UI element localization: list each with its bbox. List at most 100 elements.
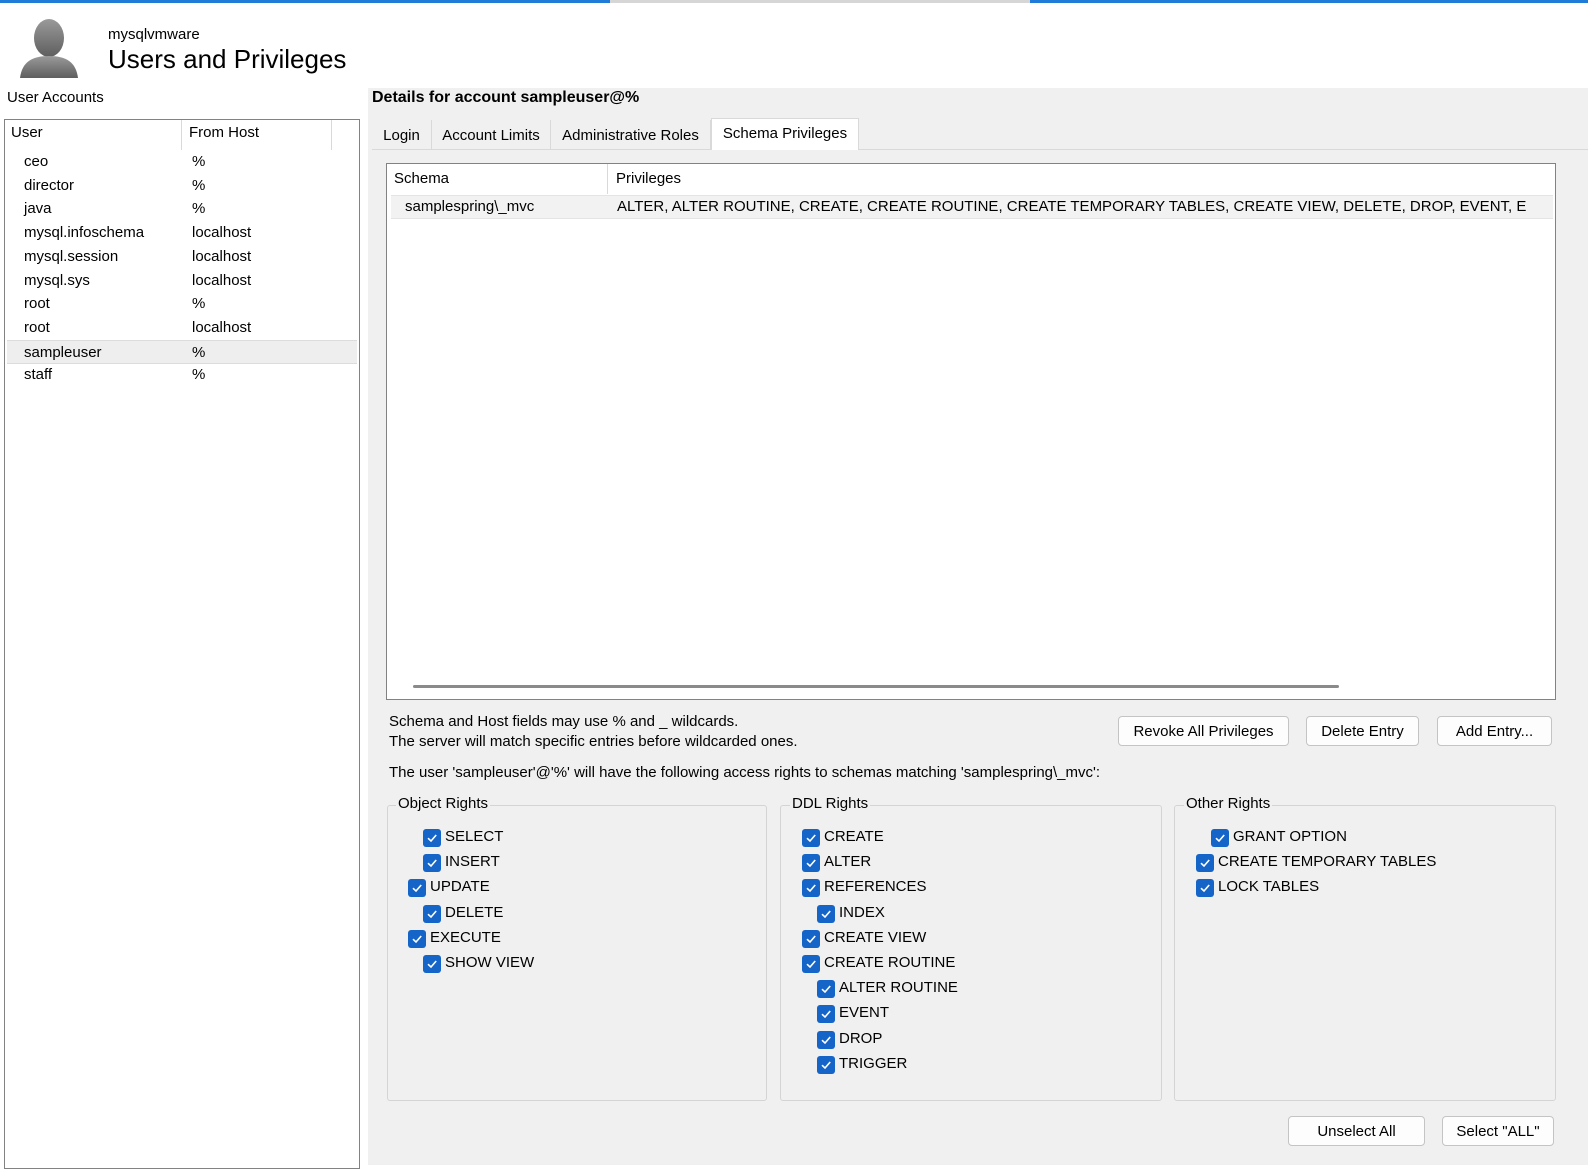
checkbox-label: INDEX <box>839 903 885 921</box>
object-rights-title: Object Rights <box>396 795 491 812</box>
other-rights-title: Other Rights <box>1184 795 1273 812</box>
user-host-cell: % <box>192 200 206 218</box>
checkmark-icon[interactable] <box>423 955 441 973</box>
progress-bar-right <box>1030 0 1588 3</box>
user-host-cell: % <box>192 366 206 384</box>
add-entry-button[interactable]: Add Entry... <box>1437 716 1552 746</box>
user-host-cell: localhost <box>192 318 252 336</box>
delete-entry-button[interactable]: Delete Entry <box>1306 716 1419 746</box>
table-row[interactable]: samplespring\_mvc ALTER, ALTER ROUTINE, … <box>391 195 1553 219</box>
user-host-cell: localhost <box>192 224 252 242</box>
checkmark-icon[interactable] <box>423 904 441 923</box>
object-rights-group <box>387 805 767 1101</box>
checkbox-label: DELETE <box>445 903 504 921</box>
user-host-cell: localhost <box>192 247 252 265</box>
checkmark-icon[interactable] <box>408 879 426 898</box>
checkmark-icon[interactable] <box>802 854 820 873</box>
checkmark-icon[interactable] <box>423 854 441 873</box>
user-list-row[interactable]: java% <box>7 197 357 221</box>
checkbox-label: CREATE <box>824 828 884 845</box>
page-title: Users and Privileges <box>108 44 347 74</box>
checkmark-icon[interactable] <box>802 829 820 847</box>
column-header-from-host[interactable]: From Host <box>189 124 259 148</box>
match-hint: The server will match specific entries b… <box>389 733 798 750</box>
column-divider[interactable] <box>181 120 182 150</box>
unselect-all-button[interactable]: Unselect All <box>1288 1116 1425 1146</box>
user-list-row[interactable]: mysql.infoschema localhost <box>7 221 357 245</box>
column-header-schema[interactable]: Schema <box>394 170 449 187</box>
privileges-cell: ALTER, ALTER ROUTINE, CREATE, CREATE ROU… <box>617 198 1527 215</box>
checkmark-icon[interactable] <box>408 929 426 948</box>
details-title: Details for account sampleuser@% <box>372 89 640 106</box>
user-host-cell: % <box>192 295 206 313</box>
user-name-cell: sampleuser <box>24 343 102 361</box>
wildcard-hint: Schema and Host fields may use % and _ w… <box>389 713 739 730</box>
checkbox-label: ALTER ROUTINE <box>839 979 958 997</box>
ddl-rights-title: DDL Rights <box>790 795 871 812</box>
checkbox-label: GRANT OPTION <box>1233 828 1347 845</box>
checkmark-icon[interactable] <box>817 1005 835 1024</box>
user-list-row[interactable]: mysql.session localhost <box>7 245 357 269</box>
user-list-row[interactable]: mysql.sys localhost <box>7 269 357 293</box>
checkmark-icon[interactable] <box>802 929 820 948</box>
column-header-privileges[interactable]: Privileges <box>616 170 681 187</box>
checkbox-label: EVENT <box>839 1004 890 1022</box>
progress-bar-left <box>0 0 610 3</box>
user-name-cell: mysql.infoschema <box>24 224 145 242</box>
schema-cell: samplespring\_mvc <box>405 198 535 215</box>
checkbox-label: INSERT <box>445 853 500 871</box>
user-host-cell: localhost <box>192 271 252 289</box>
column-divider[interactable] <box>607 164 608 194</box>
connection-name: mysqlvmware <box>108 26 200 43</box>
user-list-row[interactable]: root localhost <box>7 316 357 340</box>
revoke-all-privileges-button[interactable]: Revoke All Privileges <box>1118 716 1289 746</box>
user-name-cell: mysql.sys <box>24 271 90 289</box>
checkbox-label: EXECUTE <box>430 928 501 946</box>
checkmark-icon[interactable] <box>802 879 820 898</box>
select-all-button[interactable]: Select "ALL" <box>1442 1116 1554 1146</box>
checkbox-label: UPDATE <box>430 878 490 896</box>
user-accounts-list[interactable]: User From Host ceo% director% java% mysql.i… <box>4 119 360 1169</box>
user-list-row[interactable]: root% <box>7 292 357 316</box>
schema-privileges-table[interactable]: Schema Privileges samplespring\_mvc ALTE… <box>386 163 1556 700</box>
user-name-cell: staff <box>24 366 53 384</box>
checkmark-icon[interactable] <box>817 904 835 923</box>
user-avatar-icon <box>18 16 80 80</box>
user-list-row[interactable]: sampleuser% <box>7 339 357 364</box>
checkbox-label: SHOW VIEW <box>445 954 535 971</box>
checkbox-label: CREATE ROUTINE <box>824 954 956 971</box>
checkmark-icon[interactable] <box>1211 829 1229 847</box>
checkbox-label: DROP <box>839 1029 883 1047</box>
checkbox-label: LOCK TABLES <box>1218 878 1320 896</box>
user-list-row[interactable]: ceo% <box>7 150 357 174</box>
user-host-cell: % <box>192 153 206 170</box>
checkmark-icon[interactable] <box>817 1030 835 1049</box>
checkmark-icon[interactable] <box>817 980 835 999</box>
user-list-row[interactable]: staff% <box>7 363 357 387</box>
tab-schema-privileges[interactable]: Schema Privileges <box>711 118 859 150</box>
tab-administrative-roles[interactable]: Administrative Roles <box>551 120 711 150</box>
user-name-cell: director <box>24 176 75 194</box>
checkmark-icon[interactable] <box>802 955 820 973</box>
checkmark-icon[interactable] <box>817 1055 835 1074</box>
ddl-rights-group <box>780 805 1162 1101</box>
access-rights-description: The user 'sampleuser'@'%' will have the … <box>389 764 1101 781</box>
user-name-cell: mysql.session <box>24 247 119 265</box>
checkbox-label: CREATE VIEW <box>824 928 927 946</box>
checkbox-label: CREATE TEMPORARY TABLES <box>1218 853 1437 871</box>
checkmark-icon[interactable] <box>1196 879 1214 898</box>
user-name-cell: root <box>24 295 50 313</box>
horizontal-scrollbar[interactable] <box>413 685 1339 688</box>
checkbox-label: REFERENCES <box>824 878 927 896</box>
user-host-cell: % <box>192 176 206 194</box>
column-divider[interactable] <box>331 120 332 150</box>
checkbox-label: TRIGGER <box>839 1054 908 1072</box>
checkbox-label: SELECT <box>445 828 504 845</box>
tab-login[interactable]: Login <box>372 120 432 150</box>
checkmark-icon[interactable] <box>1196 854 1214 873</box>
column-header-user[interactable]: User <box>11 124 43 148</box>
user-list-row[interactable]: director% <box>7 174 357 198</box>
checkmark-icon[interactable] <box>423 829 441 847</box>
user-accounts-label: User Accounts <box>7 89 104 106</box>
tab-account-limits[interactable]: Account Limits <box>432 120 551 150</box>
